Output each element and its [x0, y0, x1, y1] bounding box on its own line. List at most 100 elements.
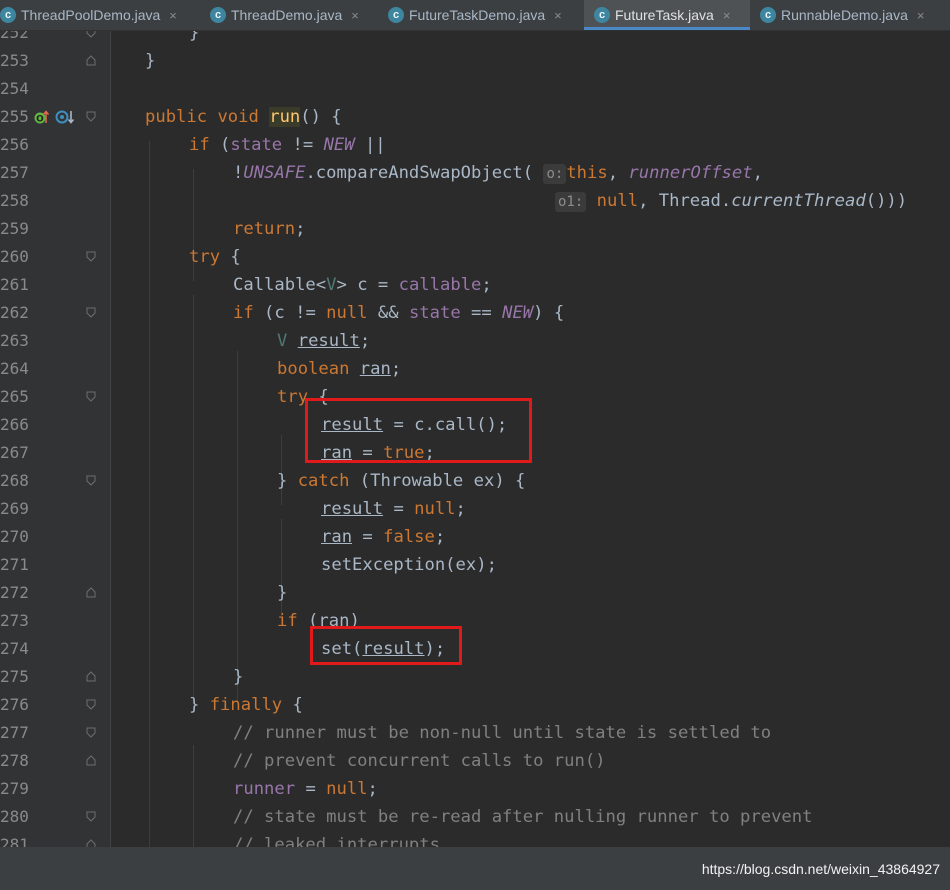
code-editor[interactable]: 252 } 253 } 254 255 O public void run() … [0, 31, 950, 847]
tab-futuretaskdemo[interactable]: c FutureTaskDemo.java × [388, 0, 584, 30]
param-hint-o1: o1: [555, 192, 587, 212]
line-number: 279 [0, 779, 29, 798]
tab-label: ThreadPoolDemo.java [21, 7, 161, 23]
code-line: 262 if (c != null && state == NEW) { [0, 299, 950, 327]
java-class-icon: c [0, 7, 16, 23]
code-text: try { [189, 247, 241, 267]
tab-label: FutureTask.java [615, 7, 714, 23]
line-number: 258 [0, 191, 29, 210]
line-number: 260 [0, 247, 29, 266]
line-number: 252 [0, 31, 29, 42]
close-icon[interactable]: × [351, 8, 359, 23]
fold-icon[interactable] [86, 307, 96, 318]
code-line: 272 } [0, 579, 950, 607]
java-class-icon: c [210, 7, 226, 23]
code-line: 277 // runner must be non-null until sta… [0, 719, 950, 747]
fold-end-icon[interactable] [86, 31, 96, 38]
code-text: ran = false; [321, 527, 446, 547]
override-method-icon[interactable]: O [34, 109, 50, 125]
code-text: runner = null; [233, 779, 378, 799]
code-text: boolean ran; [277, 359, 402, 379]
code-line: 274 set(result); [0, 635, 950, 663]
close-icon[interactable]: × [723, 8, 731, 23]
line-number: 264 [0, 359, 29, 378]
code-line: 257 !UNSAFE.compareAndSwapObject( o: this… [0, 159, 950, 187]
code-line: 268 } catch (Throwable ex) { [0, 467, 950, 495]
code-line: 269 result = null; [0, 495, 950, 523]
code-line: 270 ran = false; [0, 523, 950, 551]
fold-icon[interactable] [86, 811, 96, 822]
code-line: 276 } finally { [0, 691, 950, 719]
code-line: 256 if (state != NEW || [0, 131, 950, 159]
java-class-icon: c [760, 7, 776, 23]
fold-end-icon[interactable] [86, 755, 96, 766]
code-text: Callable<V> c = callable; [233, 275, 492, 295]
code-line: 263 V result; [0, 327, 950, 355]
line-number: 254 [0, 79, 29, 98]
highlight-box-set-result [310, 626, 462, 665]
code-area[interactable]: 252 } 253 } 254 255 O public void run() … [0, 31, 950, 847]
fold-icon[interactable] [86, 251, 96, 262]
line-number: 274 [0, 639, 29, 658]
tab-runnabledemo[interactable]: c RunnableDemo.java × [760, 0, 950, 30]
highlight-box-call-result [305, 398, 532, 463]
line-number: 276 [0, 695, 29, 714]
code-text: } [145, 51, 156, 71]
line-number: 261 [0, 275, 29, 294]
java-class-icon: c [388, 7, 404, 23]
override-glyph: O [36, 115, 44, 125]
fold-end-icon[interactable] [86, 671, 96, 682]
line-number: 253 [0, 51, 29, 70]
code-text: V result; [277, 331, 371, 351]
tab-label: ThreadDemo.java [231, 7, 343, 23]
code-text: if (c != null && state == NEW) { [233, 303, 565, 323]
line-number: 266 [0, 415, 29, 434]
java-class-icon: c [594, 7, 610, 23]
line-number: 281 [0, 835, 29, 847]
fold-icon[interactable] [86, 727, 96, 738]
tab-threadpooldemo[interactable]: c ThreadPoolDemo.java × [0, 0, 202, 30]
line-number: 262 [0, 303, 29, 322]
line-number: 280 [0, 807, 29, 826]
code-text: } finally { [189, 695, 303, 715]
close-icon[interactable]: × [554, 8, 562, 23]
status-bar: https://blog.csdn.net/weixin_43864927 [0, 847, 950, 890]
line-number: 273 [0, 611, 29, 630]
code-line: 252 } [0, 31, 950, 47]
code-text: return; [233, 219, 306, 239]
code-line: 271 setException(ex); [0, 551, 950, 579]
line-number: 272 [0, 583, 29, 602]
line-number: 259 [0, 219, 29, 238]
code-line: 254 [0, 75, 950, 103]
code-comment: // prevent concurrent calls to run() [233, 751, 606, 771]
line-number: 275 [0, 667, 29, 686]
close-icon[interactable]: × [169, 8, 177, 23]
code-line: 255 O public void run() { [0, 103, 950, 131]
line-number: 278 [0, 751, 29, 770]
code-text: } catch (Throwable ex) { [277, 471, 526, 491]
code-line: 264 boolean ran; [0, 355, 950, 383]
debug-step-icon[interactable] [55, 109, 75, 125]
tab-futuretask[interactable]: c FutureTask.java × [584, 0, 750, 30]
fold-icon[interactable] [86, 111, 96, 122]
fold-end-icon[interactable] [86, 55, 96, 66]
editor-tab-bar: c ThreadPoolDemo.java × c ThreadDemo.jav… [0, 0, 950, 31]
code-line: 258 o1: null, Thread.currentThread())) [0, 187, 950, 215]
code-line: 281 // leaked interrupts [0, 831, 950, 847]
code-line: 278 // prevent concurrent calls to run() [0, 747, 950, 775]
fold-icon[interactable] [86, 699, 96, 710]
code-text: } [233, 667, 244, 687]
close-icon[interactable]: × [917, 8, 925, 23]
line-number: 277 [0, 723, 29, 742]
line-number: 256 [0, 135, 29, 154]
code-text: if (state != NEW || [189, 135, 386, 155]
code-line: 273 if (ran) [0, 607, 950, 635]
fold-end-icon[interactable] [86, 587, 96, 598]
fold-end-icon[interactable] [86, 839, 96, 847]
code-line: 259 return; [0, 215, 950, 243]
fold-icon[interactable] [86, 391, 96, 402]
code-line: 280 // state must be re-read after nulli… [0, 803, 950, 831]
fold-icon[interactable] [86, 475, 96, 486]
tab-threaddemo[interactable]: c ThreadDemo.java × [210, 0, 380, 30]
tab-label: FutureTaskDemo.java [409, 7, 546, 23]
